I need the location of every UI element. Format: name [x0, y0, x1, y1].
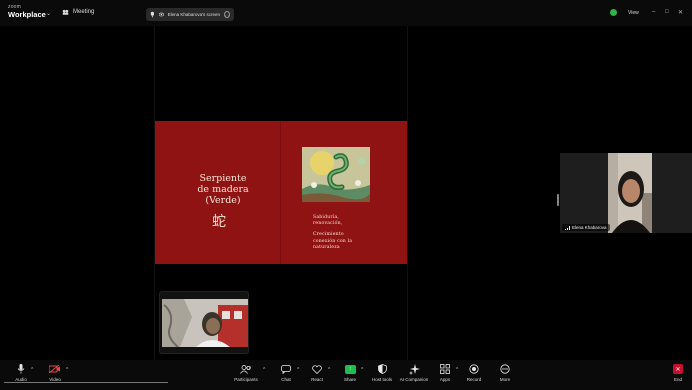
minimize-icon[interactable]: –: [652, 9, 655, 15]
share-screen-icon: ↑: [344, 363, 356, 375]
shared-slide: Serpiente de madera (Verde) 蛇 Sabiduría,…: [155, 121, 407, 264]
view-button[interactable]: View: [610, 9, 639, 16]
heart-react-icon: [312, 363, 322, 375]
slide-point: Crecimiento conexión con la naturaleza: [313, 232, 353, 250]
meeting-label: Meeting: [73, 9, 95, 15]
more-dots-icon: [500, 363, 510, 375]
screen-share-icon: [150, 11, 154, 18]
participants-label: Participants: [234, 377, 258, 382]
speaker-name: Elena Khabarova: [572, 225, 607, 230]
slide-points: Sabiduría, renovación, Crecimiento conex…: [313, 215, 403, 251]
share-label: Share: [343, 377, 356, 382]
panel-resize-handle[interactable]: [557, 194, 559, 206]
ai-sparkle-icon: [408, 363, 420, 375]
slide-divider: [280, 121, 281, 264]
top-bar: zoom Workplace ⌄ Meeting Elena Khabarova…: [0, 0, 692, 26]
close-icon[interactable]: ✕: [678, 9, 683, 16]
meeting-stage: Serpiente de madera (Verde) 蛇 Sabiduría,…: [0, 26, 692, 360]
chat-label: Chat: [281, 377, 291, 382]
slide-point: Sabiduría, renovación,: [313, 215, 343, 227]
react-options-icon[interactable]: ^: [328, 367, 330, 373]
self-video-feed: [162, 299, 248, 347]
more-label: More: [499, 377, 511, 382]
screen-share-banner[interactable]: Elena Khabarova's screen …: [146, 8, 234, 21]
host-tools-button[interactable]: Host tools: [364, 363, 400, 382]
share-banner-text: Elena Khabarova's screen: [167, 12, 220, 17]
participants-options-icon[interactable]: ^: [263, 367, 265, 373]
signal-strength-icon: [565, 225, 570, 230]
toolbar-underline: [4, 382, 168, 383]
end-call-icon: ✕: [673, 363, 683, 375]
microphone-icon: [17, 363, 25, 375]
ai-companion-label: AI Companion: [399, 377, 429, 382]
secure-shield-icon: [610, 9, 617, 16]
meeting-toolbar: Audio ^ Video ^ 2 Participants ^ Chat ^ …: [0, 360, 692, 390]
end-label: End: [673, 377, 682, 382]
chevron-down-icon[interactable]: ⌄: [46, 10, 51, 17]
participants-count: 2: [249, 365, 252, 370]
audio-button[interactable]: Audio: [3, 363, 39, 382]
view-label: View: [628, 9, 639, 16]
brand-main: Workplace: [8, 10, 46, 19]
share-options-icon[interactable]: ^: [361, 367, 363, 373]
react-label: React: [311, 377, 323, 382]
participants-button[interactable]: 2 Participants: [228, 363, 264, 382]
apps-label: Apps: [439, 377, 451, 382]
more-options-icon[interactable]: …: [224, 11, 230, 18]
speaker-video-feed: [608, 153, 652, 233]
slide-title: Serpiente de madera (Verde): [197, 173, 249, 206]
video-camera-icon: [49, 363, 61, 375]
meeting-info-button[interactable]: Meeting: [62, 9, 94, 15]
eye-icon: [158, 12, 164, 17]
host-shield-icon: [377, 363, 387, 375]
chat-icon: [281, 363, 291, 375]
more-button[interactable]: More: [487, 363, 523, 382]
slide-glyph: 蛇: [212, 213, 226, 229]
meeting-shield-icon: [62, 9, 69, 15]
record-label: Record: [466, 377, 482, 382]
end-button[interactable]: ✕ End: [666, 363, 690, 382]
maximize-icon[interactable]: □: [665, 9, 669, 15]
video-options-icon[interactable]: ^: [66, 367, 68, 373]
host-tools-label: Host tools: [371, 377, 392, 382]
zoom-logo[interactable]: zoom Workplace: [8, 5, 46, 19]
audio-options-icon[interactable]: ^: [31, 367, 33, 373]
self-video-tile[interactable]: [159, 291, 249, 354]
snake-illustration: [302, 147, 370, 202]
apps-icon: [440, 363, 450, 375]
record-icon: [469, 363, 479, 375]
speaker-name-label: Elena Khabarova: [562, 224, 610, 231]
speaker-video-tile[interactable]: Elena Khabarova: [560, 153, 692, 233]
